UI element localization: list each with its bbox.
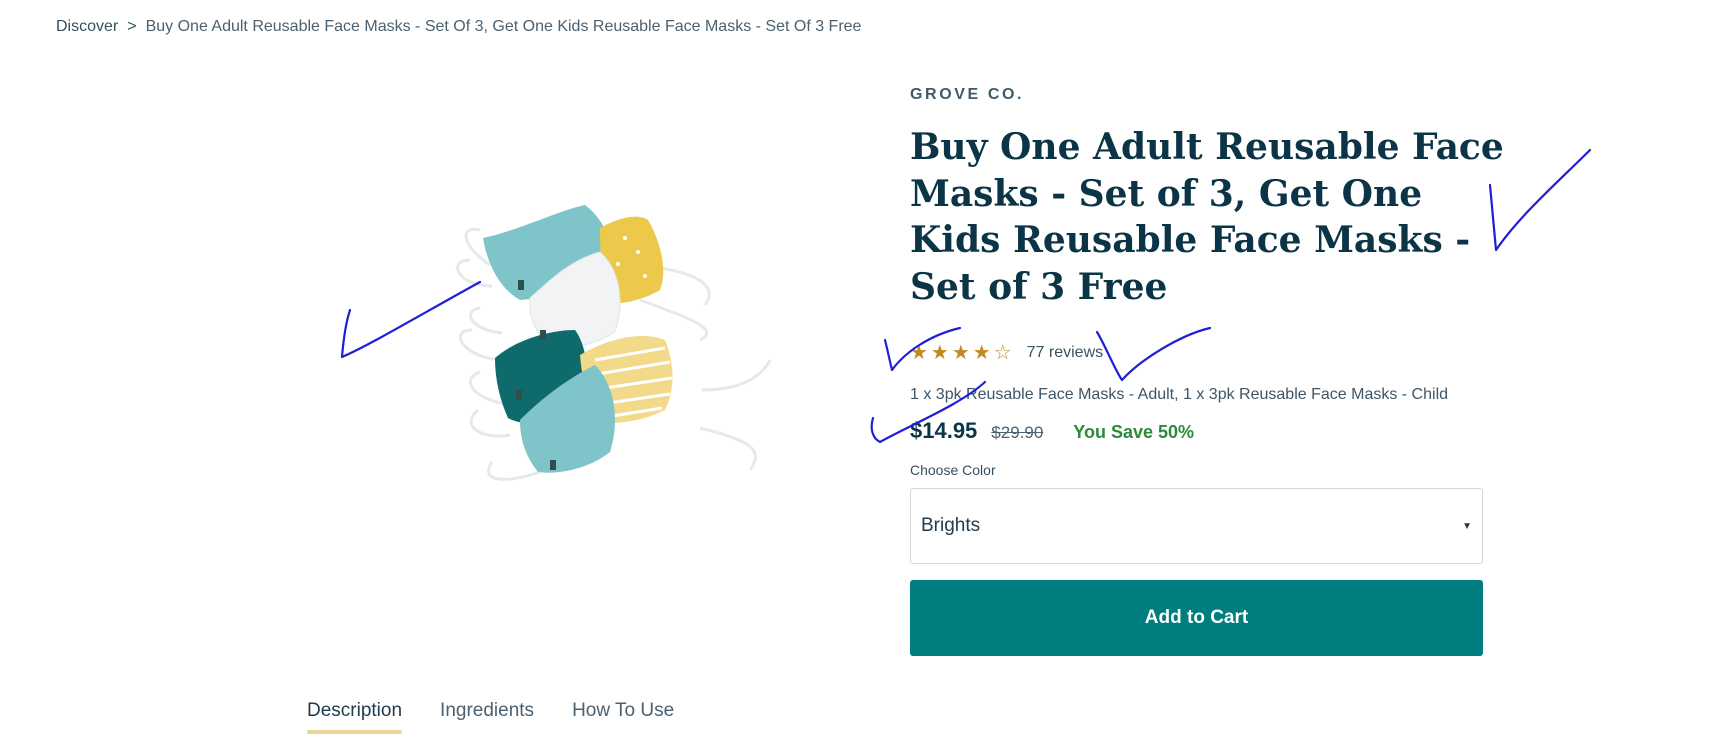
savings-badge: You Save 50% bbox=[1073, 422, 1195, 442]
product-title: Buy One Adult Reusable Face Masks - Set … bbox=[910, 126, 1504, 308]
color-select[interactable]: Brights ▼ bbox=[910, 488, 1483, 564]
checkmark-reviews-icon bbox=[1095, 326, 1212, 382]
breadcrumb: Discover > Buy One Adult Reusable Face Mas… bbox=[56, 18, 861, 36]
reviews-link[interactable]: 77 reviews bbox=[1027, 344, 1103, 362]
color-select-value: Brights bbox=[921, 515, 981, 536]
sale-price: $14.95 bbox=[910, 418, 978, 443]
tab-ingredients[interactable]: Ingredients bbox=[440, 700, 534, 734]
tab-how-to-use[interactable]: How To Use bbox=[572, 700, 674, 734]
original-price: $29.90 bbox=[991, 423, 1044, 442]
variant-description: 1 x 3pk Reusable Face Masks - Adult, 1 x… bbox=[910, 386, 1449, 403]
color-select-label: Choose Color bbox=[910, 462, 996, 478]
brand-name[interactable]: GROVE CO. bbox=[910, 86, 1024, 104]
breadcrumb-current: Buy One Adult Reusable Face Masks - Set … bbox=[145, 18, 862, 35]
product-rating[interactable]: ★★★★☆ 77 reviews bbox=[910, 340, 1103, 365]
add-to-cart-button[interactable]: Add to Cart bbox=[910, 580, 1483, 656]
caret-down-icon: ▼ bbox=[1462, 520, 1472, 532]
rating-stars-icon: ★★★★☆ bbox=[910, 342, 1015, 364]
price-row: $14.95 $29.90 You Save 50% bbox=[910, 418, 1194, 444]
breadcrumb-separator: > bbox=[127, 18, 137, 35]
product-tabs: Description Ingredients How To Use bbox=[307, 700, 712, 734]
breadcrumb-discover-link[interactable]: Discover bbox=[56, 18, 118, 35]
tab-description[interactable]: Description bbox=[307, 700, 403, 734]
face-masks-product-photo bbox=[456, 205, 772, 481]
